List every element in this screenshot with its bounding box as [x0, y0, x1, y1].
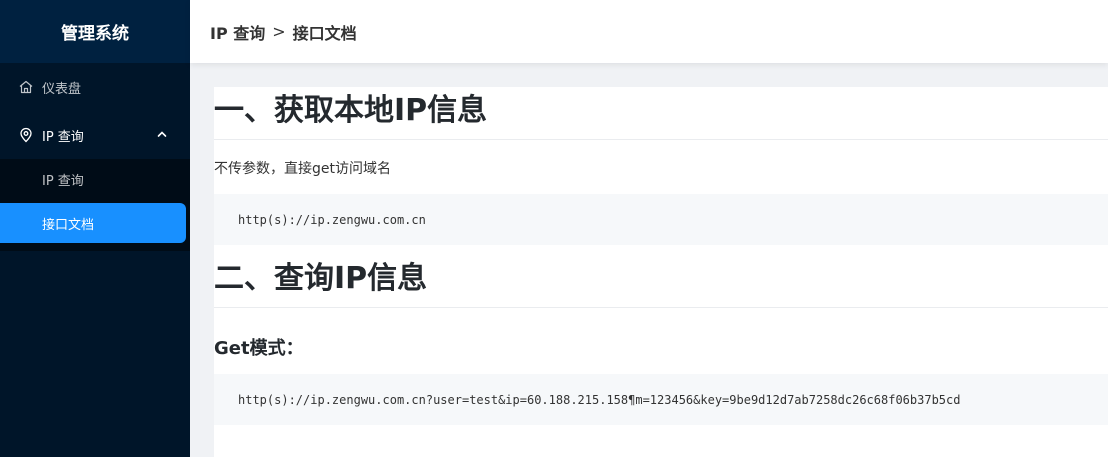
section-title: 二、查询IP信息 [214, 255, 1108, 308]
sidebar-item-ip-query[interactable]: IP 查询 [0, 159, 190, 199]
breadcrumb: IP 查询 > 接口文档 [190, 0, 1108, 63]
location-pin-icon [18, 127, 34, 143]
chevron-up-icon [156, 128, 168, 140]
sidebar-item-label: 仪表盘 [42, 81, 82, 97]
breadcrumb-item-current: 接口文档 [292, 23, 357, 43]
section-title: 一、获取本地IP信息 [214, 87, 1108, 140]
sidebar-item-label: IP 查询 [42, 129, 84, 145]
sidebar-item-api-docs[interactable]: 接口文档 [0, 203, 186, 243]
section-description: 不传参数，直接get访问域名 [214, 161, 391, 177]
breadcrumb-item-ip-query[interactable]: IP 查询 [210, 20, 265, 44]
sidebar: 管理系统 仪表盘 IP 查询 IP 查询 接口文档 [0, 0, 190, 457]
code-block: http(s)://ip.zengwu.com.cn [214, 194, 1108, 245]
code-block: http(s)://ip.zengwu.com.cn?user=test&ip=… [214, 374, 1108, 425]
breadcrumb-separator: > [272, 22, 286, 41]
app-logo: 管理系统 [0, 0, 190, 63]
section-subtitle: Get模式： [214, 338, 304, 359]
sidebar-submenu: IP 查询 接口文档 [0, 159, 190, 251]
content-area: 一、获取本地IP信息 不传参数，直接get访问域名 http(s)://ip.z… [190, 63, 1108, 457]
home-icon [18, 79, 34, 95]
sidebar-item-dashboard[interactable]: 仪表盘 [0, 63, 190, 111]
sidebar-submenu-ip-query[interactable]: IP 查询 [0, 111, 190, 159]
main-area: IP 查询 > 接口文档 一、获取本地IP信息 不传参数，直接get访问域名 h… [190, 0, 1108, 457]
app-root: 管理系统 仪表盘 IP 查询 IP 查询 接口文档 IP 查询 > 接口文档 一… [0, 0, 1108, 457]
api-document: 一、获取本地IP信息 不传参数，直接get访问域名 http(s)://ip.z… [214, 87, 1108, 457]
